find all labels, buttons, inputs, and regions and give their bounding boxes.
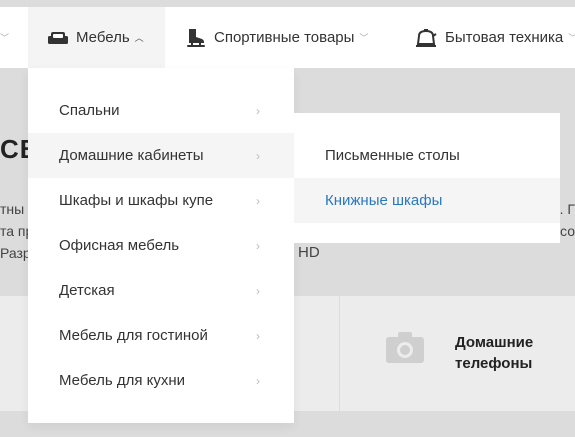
menu-item-office-furniture[interactable]: Офисная мебель › — [28, 223, 294, 268]
nav-item-label: Бытовая техника — [445, 29, 564, 46]
menu-item-kitchen[interactable]: Мебель для кухни › — [28, 358, 294, 403]
menu-item-label: Домашние кабинеты — [59, 147, 204, 164]
nav-item-label: Мебель — [76, 29, 130, 46]
menu-item-wardrobes[interactable]: Шкафы и шкафы купе › — [28, 178, 294, 223]
home-offices-submenu: Письменные столы Книжные шкафы — [294, 113, 560, 243]
ice-skate-icon — [187, 28, 205, 47]
page-text-fragment: HD — [298, 244, 320, 261]
page-text-fragment: тны — [0, 201, 25, 217]
card-divider — [339, 296, 340, 411]
menu-item-kids[interactable]: Детская › — [28, 268, 294, 313]
camera-icon — [386, 332, 424, 363]
chevron-right-icon: › — [256, 283, 260, 298]
menu-item-home-offices[interactable]: Домашние кабинеты › — [28, 133, 294, 178]
chevron-down-icon: ﹀ — [359, 33, 369, 43]
nav-item-sports[interactable]: Спортивные товары ﹀ — [186, 7, 368, 68]
chevron-right-icon: › — [256, 238, 260, 253]
menu-item-living-room[interactable]: Мебель для гостиной › — [28, 313, 294, 358]
menu-item-label: Офисная мебель — [59, 237, 180, 254]
page-text-fragment: со — [560, 223, 575, 239]
nav-item-appliances[interactable]: Бытовая техника ﹀ — [415, 7, 575, 68]
menu-item-label: Спальни — [59, 102, 120, 119]
chevron-down-icon: ﹀ — [568, 31, 575, 44]
page-text-fragment: Разр — [0, 245, 31, 261]
submenu-item-label: Письменные столы — [325, 147, 460, 164]
top-navbar: ﹀ Мебель ︿ Спортивные товары ﹀ Бытовая т… — [0, 7, 575, 68]
submenu-item-bookcases[interactable]: Книжные шкафы — [294, 178, 560, 223]
menu-item-label: Шкафы и шкафы купе — [59, 192, 214, 209]
kettle-icon — [416, 28, 437, 47]
chevron-right-icon: › — [256, 373, 260, 388]
menu-item-label: Мебель для кухни — [59, 372, 186, 389]
chevron-right-icon: › — [256, 148, 260, 163]
menu-item-label: Детская — [59, 282, 115, 299]
page-text-fragment: . Г — [559, 201, 575, 217]
chevron-right-icon: › — [256, 193, 260, 208]
nav-item-label: Спортивные товары — [214, 29, 355, 46]
submenu-item-desks[interactable]: Письменные столы — [294, 133, 560, 178]
submenu-item-label: Книжные шкафы — [325, 192, 443, 209]
menu-item-bedrooms[interactable]: Спальни › — [28, 88, 294, 133]
menu-item-label: Мебель для гостиной — [59, 327, 208, 344]
nav-item-furniture[interactable]: Мебель ︿ — [28, 7, 165, 68]
chevron-right-icon: › — [256, 103, 260, 118]
chevron-right-icon: › — [256, 328, 260, 343]
chevron-up-icon: ︿ — [134, 33, 144, 43]
category-card-title[interactable]: Домашние телефоны — [455, 332, 565, 374]
sofa-icon — [48, 31, 68, 44]
furniture-dropdown-menu: Спальни › Домашние кабинеты › Шкафы и шк… — [28, 68, 294, 423]
chevron-down-icon: ﹀ — [0, 33, 10, 43]
